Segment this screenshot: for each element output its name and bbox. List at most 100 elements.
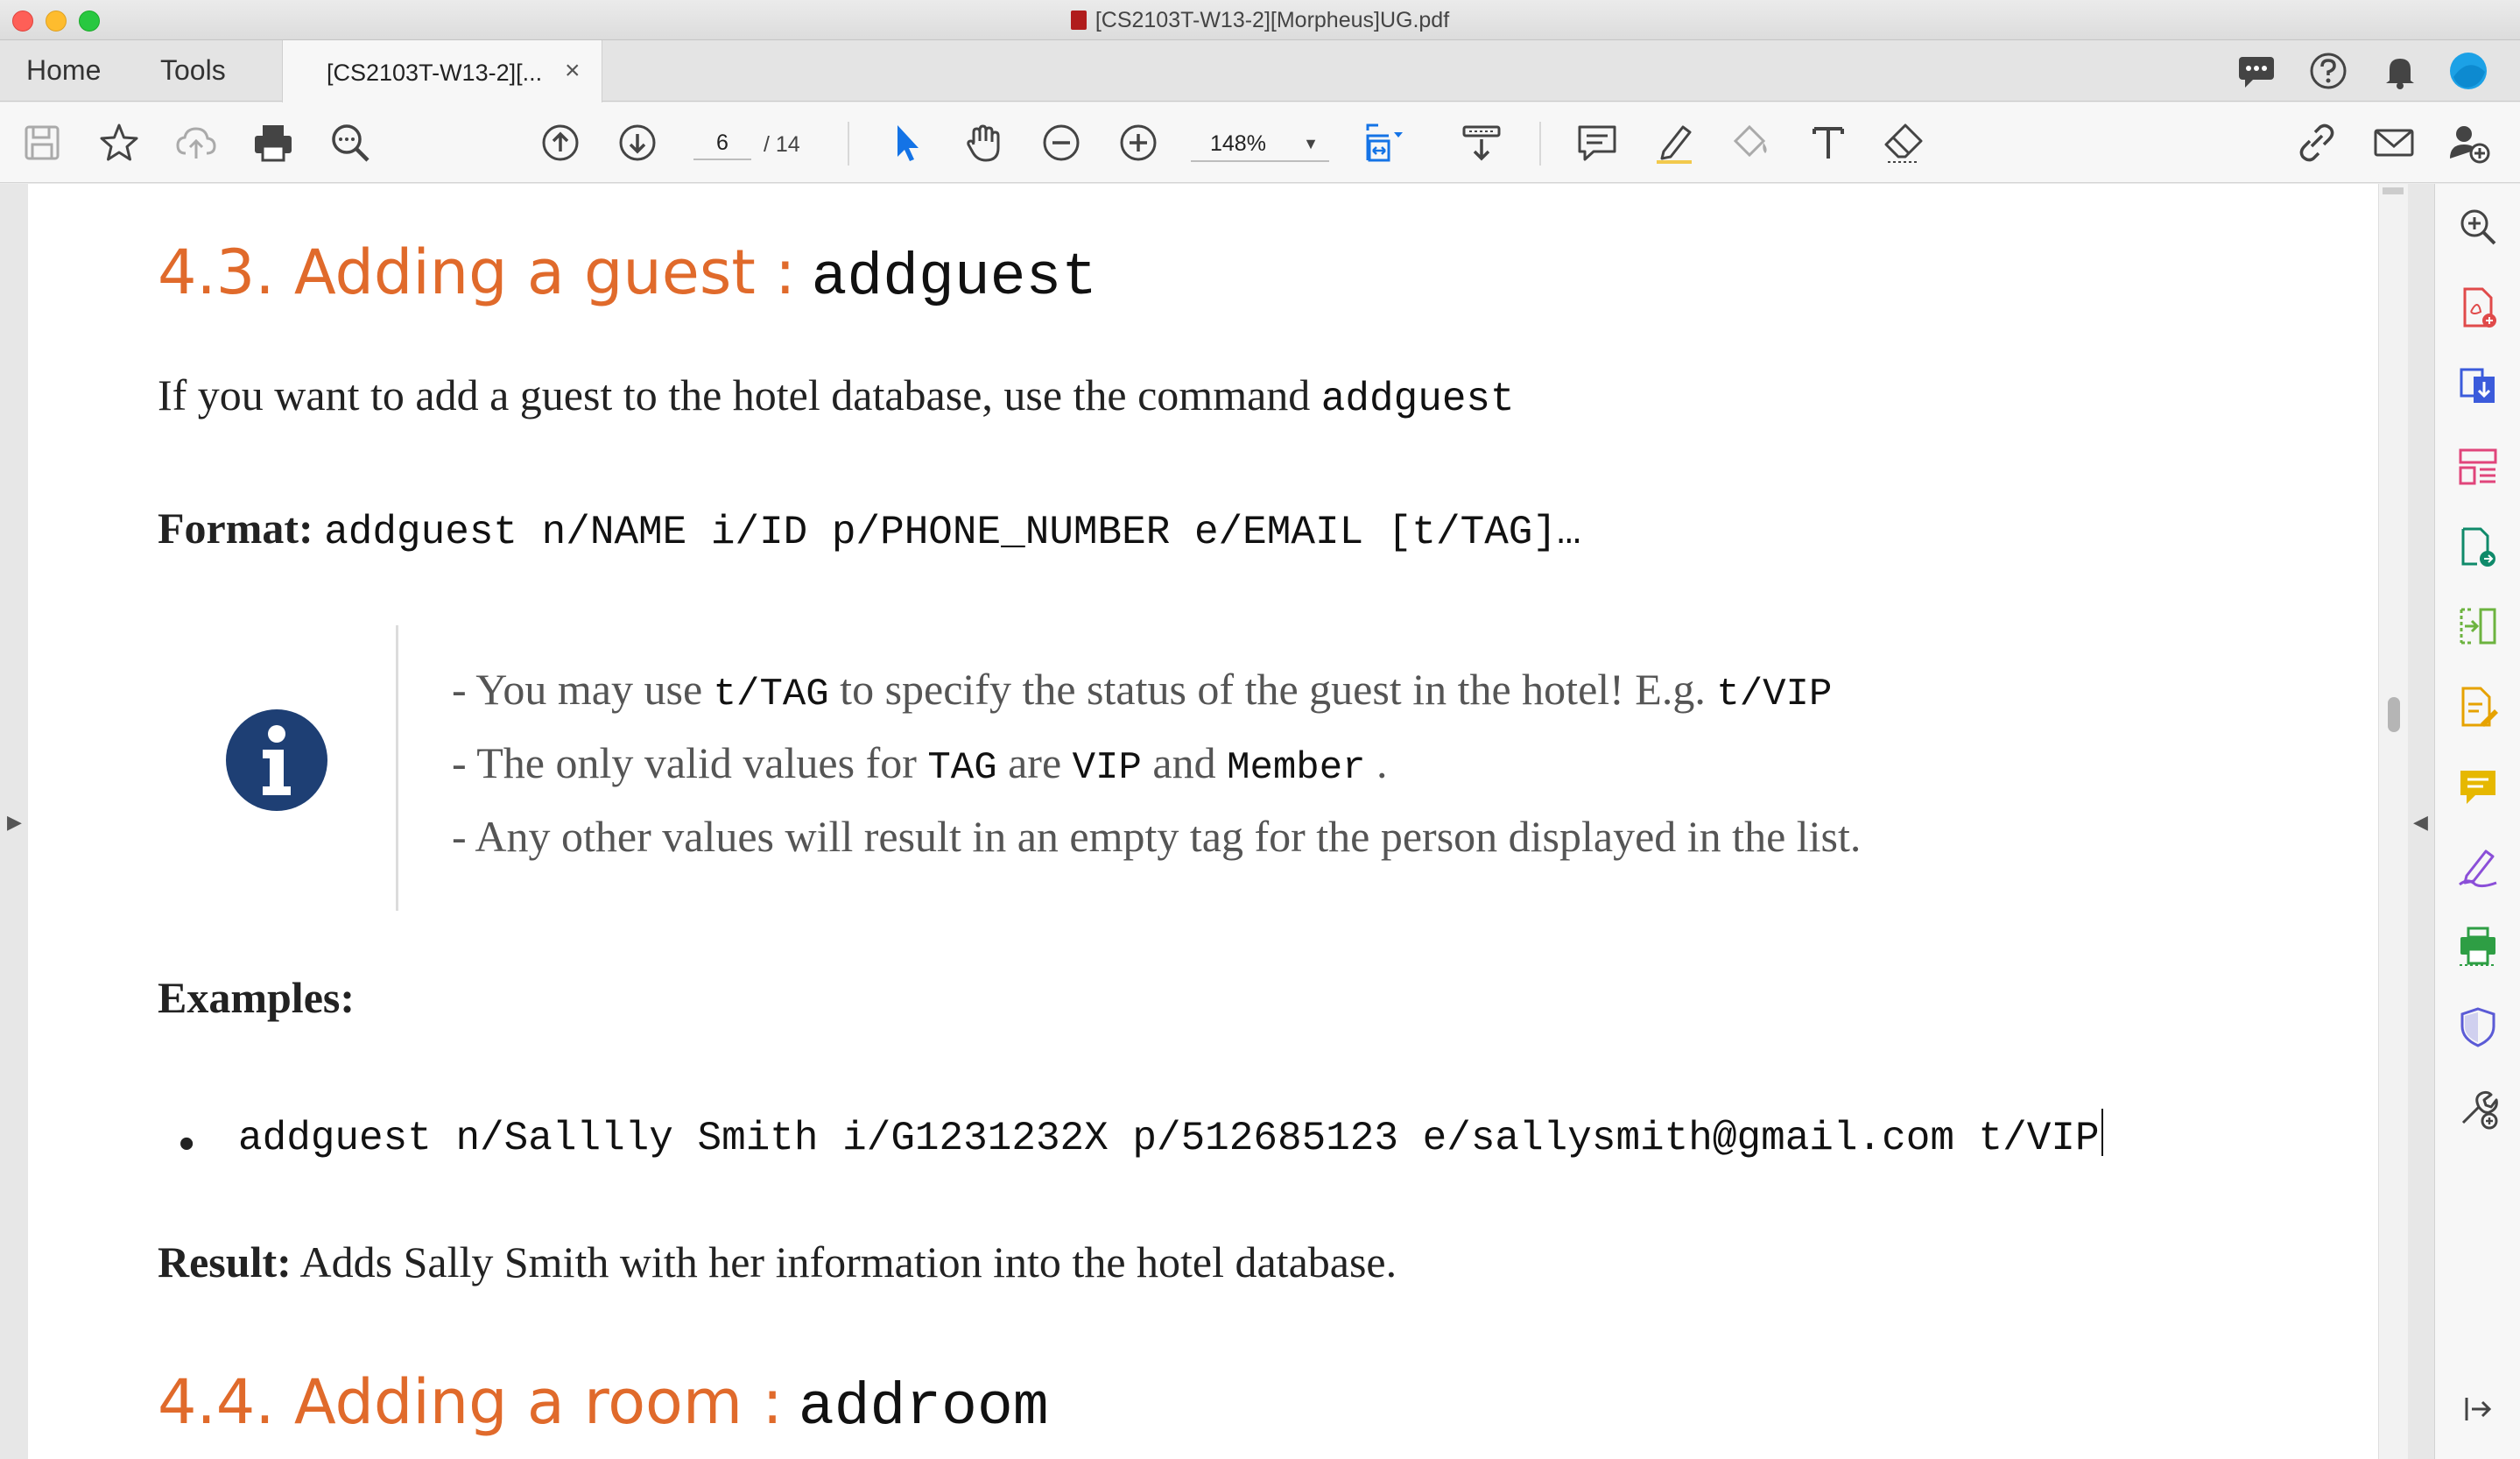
note-divider [396, 625, 398, 911]
add-user-icon[interactable] [2446, 120, 2492, 166]
find-zoom-icon[interactable] [327, 120, 373, 166]
scroll-mode-icon[interactable] [1459, 120, 1504, 166]
note-line-2: - The only valid values for TAG are VIP … [452, 737, 1388, 790]
note-line-1: - You may use t/TAG to specify the statu… [452, 664, 1832, 716]
note-code: t/VIP [1716, 673, 1833, 716]
previous-page-icon[interactable] [538, 120, 583, 166]
compare-files-icon[interactable] [2456, 604, 2500, 648]
notifications-bell-icon[interactable] [2380, 51, 2420, 91]
zoom-level-value: 148% [1210, 131, 1266, 156]
fit-page-icon[interactable] [1362, 120, 1408, 166]
result-label: Result: [158, 1237, 292, 1286]
section-heading-command: addroom [798, 1374, 1049, 1441]
note-text: - You may use [452, 665, 703, 714]
note-text: and [1152, 738, 1216, 787]
format-label: Format: [158, 504, 313, 553]
section-heading-add-room: 4.4. Adding a room : addroom [158, 1366, 1049, 1441]
format-line: Format: addguest n/NAME i/ID p/PHONE_NUM… [158, 503, 1581, 555]
add-text-icon[interactable] [1806, 120, 1851, 166]
zoom-level-select[interactable]: 148% ▼ [1191, 125, 1329, 162]
note-code: VIP [1072, 746, 1142, 790]
main-toolbar: 6 / 14 148% ▼ [0, 102, 2520, 183]
help-icon[interactable] [2308, 51, 2348, 91]
add-comment-icon[interactable] [1574, 120, 1620, 166]
note-text: are [1008, 738, 1062, 787]
note-text: to specify the status of the guest in th… [840, 665, 1706, 714]
combine-files-icon[interactable] [2456, 525, 2500, 569]
example-command-text: addguest n/Salllly Smith i/G1231232X p/5… [238, 1116, 2100, 1161]
select-cursor-icon[interactable] [884, 120, 930, 166]
fill-and-sign-icon[interactable] [2456, 844, 2500, 888]
section-heading-title: 4.3. Adding a guest : [158, 236, 796, 308]
info-icon [224, 708, 329, 813]
fill-sign-icon[interactable] [1728, 120, 1774, 166]
note-code: TAG [927, 746, 997, 790]
protect-shield-icon[interactable] [2456, 1005, 2500, 1049]
bullet-dot: • [179, 1118, 195, 1169]
tab-home[interactable]: Home [26, 54, 101, 87]
note-code: t/TAG [713, 673, 829, 716]
format-value: addguest n/NAME i/ID p/PHONE_NUMBER e/EM… [324, 510, 1581, 555]
example-command[interactable]: addguest n/Salllly Smith i/G1231232X p/5… [238, 1109, 2103, 1161]
acrobat-window: [CS2103T-W13-2][Morpheus]UG.pdf Home Too… [0, 0, 2520, 1459]
title-bar: [CS2103T-W13-2][Morpheus]UG.pdf [0, 0, 2520, 40]
chevron-down-icon: ▼ [1303, 135, 1319, 152]
bookmark-star-icon[interactable] [96, 120, 142, 166]
section-heading-add-guest: 4.3. Adding a guest : addguest [158, 236, 1097, 312]
more-tools-icon[interactable] [2456, 1086, 2500, 1130]
print-production-icon[interactable] [2456, 925, 2500, 969]
left-panel-toggle-icon[interactable]: ▶ [7, 811, 22, 834]
toolbar-separator [848, 122, 849, 166]
comment-chat-icon[interactable] [2236, 51, 2277, 91]
scrollbar-thumb[interactable] [2388, 697, 2400, 732]
hand-tool-icon[interactable] [961, 120, 1007, 166]
tab-close-icon[interactable]: × [565, 56, 581, 86]
section-heading-title: 4.4. Adding a room : [158, 1366, 783, 1438]
right-panel-toggle-icon[interactable]: ◀ [2413, 811, 2428, 834]
document-viewport[interactable]: ▶ 4.3. Adding a guest : addguest If you w… [0, 184, 2434, 1459]
email-icon[interactable] [2371, 120, 2417, 166]
note-text: - The only valid values for [452, 738, 917, 787]
tab-document-label: [CS2103T-W13-2][... [327, 60, 543, 86]
intro-paragraph: If you want to add a guest to the hotel … [158, 370, 1515, 422]
page-number-input[interactable]: 6 [693, 125, 751, 160]
cloud-upload-icon[interactable] [173, 120, 219, 166]
note-line-3: - Any other values will result in an emp… [452, 811, 1861, 862]
tab-bar: Home Tools [CS2103T-W13-2][... × [0, 40, 2520, 102]
collapse-pane-icon[interactable] [2456, 1387, 2500, 1431]
zoom-out-icon[interactable] [1038, 120, 1084, 166]
organize-pages-icon[interactable] [2456, 445, 2500, 489]
highlight-pen-icon[interactable] [1651, 120, 1697, 166]
window-title-text: [CS2103T-W13-2][Morpheus]UG.pdf [1095, 8, 1450, 32]
text-caret [2101, 1109, 2103, 1156]
print-icon[interactable] [250, 120, 296, 166]
account-avatar-icon[interactable] [2448, 51, 2488, 91]
create-pdf-icon[interactable] [2456, 285, 2500, 329]
vertical-scrollbar[interactable] [2378, 184, 2408, 1459]
tab-tools[interactable]: Tools [160, 54, 226, 87]
zoom-in-icon[interactable] [1116, 120, 1161, 166]
toolbar-separator [1539, 122, 1541, 166]
tab-document[interactable]: [CS2103T-W13-2][... × [282, 40, 602, 102]
comment-tool-icon[interactable] [2456, 765, 2500, 809]
page-total-label: / 14 [764, 132, 800, 157]
save-icon[interactable] [19, 120, 65, 166]
next-page-icon[interactable] [615, 120, 660, 166]
right-tools-pane [2434, 184, 2520, 1459]
result-text: Adds Sally Smith with her information in… [299, 1237, 1397, 1286]
note-text: - Any other values will result in an emp… [452, 812, 1862, 861]
pdf-page: 4.3. Adding a guest : addguest If you wan… [28, 184, 2378, 1459]
scrollbar-split-handle[interactable] [2383, 187, 2404, 194]
export-pdf-icon[interactable] [2456, 364, 2500, 408]
examples-label: Examples: [158, 973, 355, 1022]
note-code: Member [1227, 746, 1366, 790]
result-line: Result: Adds Sally Smith with her inform… [158, 1237, 1397, 1287]
enhance-scan-zoom-icon[interactable] [2456, 205, 2500, 249]
share-link-icon[interactable] [2294, 120, 2340, 166]
edit-pdf-icon[interactable] [2456, 685, 2500, 729]
intro-command: addguest [1320, 377, 1515, 422]
eraser-icon[interactable] [1881, 120, 1926, 166]
intro-text: If you want to add a guest to the hotel … [158, 370, 1311, 419]
window-title: [CS2103T-W13-2][Morpheus]UG.pdf [0, 8, 2520, 33]
note-text: . [1376, 738, 1388, 787]
